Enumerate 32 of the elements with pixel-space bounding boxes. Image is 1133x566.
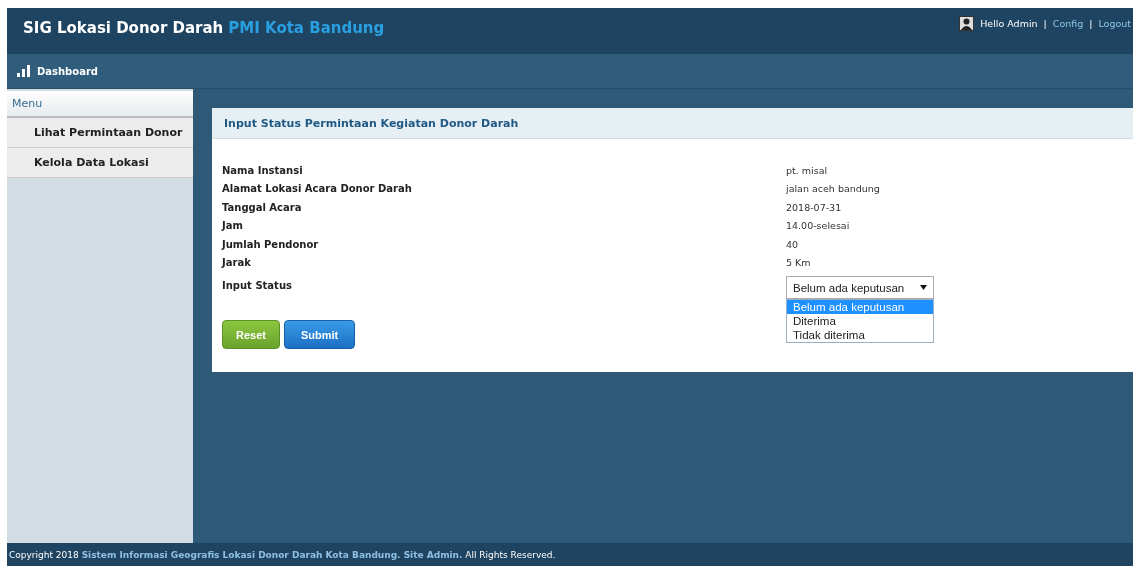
field-label: Jam [222,220,244,232]
field-label: Tanggal Acara [222,201,303,213]
field-label: Nama Instansi [222,164,304,176]
dashboard-link[interactable]: Dashboard [37,65,98,77]
card-title: Input Status Permintaan Kegiatan Donor Darah [224,116,519,130]
field-value: pt. misal [786,164,829,176]
field-value: jalan aceh bandung [786,183,881,195]
greeting-text: Hello Admin [980,18,1038,29]
footer-link[interactable]: Sistem Informasi Geografis Lokasi Donor Darah Kota Bandung. Site Admin. [81,549,463,560]
status-dropdown[interactable]: Belum ada keputusan [786,276,934,299]
menu-heading: Menu [7,91,193,118]
site-title: SIG Lokasi Donor Darah [23,19,224,37]
separator: | [1043,18,1047,29]
field-value: 2018-07-31 [786,201,843,213]
field-value: 14.00-selesai [786,220,851,232]
submit-button[interactable]: Submit [283,320,356,349]
header-link[interactable]: Logout [1098,18,1131,29]
copyright-text: Copyright 2018 Sistem Informasi Geografis Lokasi Donor Darah Kota Bandung. Site Admin. All Rights Reserved. [9,549,556,560]
field-label: Alamat Lokasi Acara Donor Darah [222,183,413,195]
field-value: 40 [786,238,800,250]
user-avatar-icon [959,16,975,31]
field-label: Input Status [222,280,293,291]
field-value: 5 Km [786,257,812,269]
sidebar-item[interactable]: Lihat Permintaan Donor [7,118,193,148]
caret-icon [920,285,927,290]
sidebar-item[interactable]: Kelola Data Lokasi [7,148,193,178]
header-link[interactable]: Config [1052,18,1084,29]
site-title-highlight: PMI Kota Bandung [228,19,385,37]
bar-chart-icon [17,65,30,77]
field-label: Jumlah Pendonor [222,238,320,250]
field-label: Jarak [222,257,252,269]
separator: | [1089,18,1093,29]
